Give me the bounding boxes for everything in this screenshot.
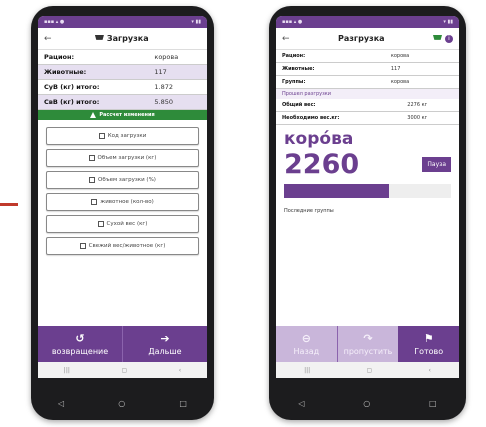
app-bar: ← Загрузка xyxy=(38,28,207,50)
load-code-button[interactable]: Код загрузки xyxy=(46,127,199,145)
cart-icon xyxy=(433,35,442,40)
recent-apps-icon[interactable]: ||| xyxy=(64,367,70,374)
page-title: Разгрузка xyxy=(338,34,385,43)
checkered-flag-icon: ⚑ xyxy=(423,332,434,345)
recent-apps-icon[interactable]: ||| xyxy=(304,367,310,374)
dry-weight-button[interactable]: Сухой вес (кг) xyxy=(46,215,199,233)
table-row: Необходимо вес.кг: 3000 кг xyxy=(276,111,459,125)
table-row: Общий вес: 2276 кг xyxy=(276,99,459,112)
feed-name: корóва xyxy=(284,129,354,149)
status-bar: ▪▪▪ ▴ ● ▾ ▮▮ xyxy=(38,16,207,28)
edit-icon xyxy=(98,133,105,139)
bottom-action-bar: ↺ возвращение ➔ Дальше xyxy=(38,326,207,362)
page-title: Загрузка xyxy=(94,34,149,43)
device-nav-bar: ◁ ○ □ xyxy=(269,399,466,408)
progress-fill xyxy=(284,184,390,198)
weight-readout: 2260 xyxy=(284,149,360,180)
edit-icon xyxy=(88,155,95,161)
screen-unloading: ▪▪▪ ▴ ● ▾ ▮▮ ← Разгрузка i Рацион: корова … xyxy=(276,16,459,378)
arrow-right-circle-icon: ➔ xyxy=(160,332,170,345)
animal-count-button[interactable]: животное (кол-во) xyxy=(46,193,199,211)
table-row: Животные: 117 xyxy=(38,64,207,80)
back-nav-icon[interactable]: ‹ xyxy=(428,367,430,374)
device-back-icon[interactable]: ◁ xyxy=(58,399,64,408)
fresh-weight-button[interactable]: Свежий вес/животное (кг) xyxy=(46,237,199,255)
edit-icon xyxy=(89,177,96,183)
device-home-icon[interactable]: ○ xyxy=(118,399,125,408)
summary-table: Рацион: корова Животные: 117 СуВ (кг) итог… xyxy=(38,50,207,110)
option-buttons: Код загрузки Объем загрузки (кг) Объем з… xyxy=(38,120,207,262)
share-arrow-icon: ↷ xyxy=(363,332,373,345)
load-volume-kg-button[interactable]: Объем загрузки (кг) xyxy=(46,149,199,167)
home-icon[interactable]: ▢ xyxy=(367,367,373,374)
alert-banner: Рассчет изменения xyxy=(38,110,207,120)
screen-loading: ▪▪▪ ▴ ● ▾ ▮▮ ← Загрузка Рацион: корова Жив… xyxy=(38,16,207,378)
table-row: Группы: корова xyxy=(276,75,459,89)
device-home-icon[interactable]: ○ xyxy=(363,399,370,408)
table-row: СвВ (кг) итого: 5.850 xyxy=(38,94,207,110)
phone-unloading: ▪▪▪ ▴ ● ▾ ▮▮ ← Разгрузка i Рацион: корова … xyxy=(269,6,466,420)
home-icon[interactable]: ▢ xyxy=(121,367,127,374)
device-nav-bar: ◁ ○ □ xyxy=(31,399,214,408)
arrow-left-circle-icon: ⊖ xyxy=(301,332,311,345)
done-button[interactable]: ⚑ Готово xyxy=(398,326,459,362)
app-bar: ← Разгрузка i xyxy=(276,28,459,50)
red-marker-line xyxy=(0,203,18,206)
device-back-icon[interactable]: ◁ xyxy=(298,399,304,408)
edit-icon xyxy=(91,199,98,205)
back-nav-icon[interactable]: ‹ xyxy=(179,367,181,374)
info-icon[interactable]: i xyxy=(445,34,453,43)
back-button[interactable]: ⊖ Назад xyxy=(276,326,337,362)
next-button[interactable]: ➔ Дальше xyxy=(122,326,207,362)
weight-row: 2260 Пауза xyxy=(276,149,459,180)
bottom-action-bar: ⊖ Назад ↷ пропустить ⚑ Готово xyxy=(276,326,459,362)
unloading-note: Прошел разгрузки xyxy=(276,89,459,99)
table-row: Рацион: корова xyxy=(38,50,207,65)
unload-progress-bar xyxy=(284,184,451,198)
summary-table: Рацион: корова Животные: 117 Группы: корова xyxy=(276,50,459,89)
device-recent-icon[interactable]: □ xyxy=(179,399,187,408)
skip-button[interactable]: ↷ пропустить xyxy=(336,326,399,362)
edit-icon xyxy=(79,243,86,249)
weight-table: Общий вес: 2276 кг Необходимо вес.кг: 3000… xyxy=(276,99,459,125)
android-nav-bar: ||| ▢ ‹ xyxy=(276,362,459,378)
status-bar: ▪▪▪ ▴ ● ▾ ▮▮ xyxy=(276,16,459,28)
device-recent-icon[interactable]: □ xyxy=(429,399,437,408)
back-arrow-icon[interactable]: ← xyxy=(282,34,290,44)
warning-icon xyxy=(90,112,97,118)
undo-icon: ↺ xyxy=(75,332,85,345)
cart-icon xyxy=(94,35,104,40)
android-nav-bar: ||| ▢ ‹ xyxy=(38,362,207,378)
pause-button[interactable]: Пауза xyxy=(422,157,451,172)
load-volume-pct-button[interactable]: Объем загрузки (%) xyxy=(46,171,199,189)
return-button[interactable]: ↺ возвращение xyxy=(38,326,122,362)
edit-icon xyxy=(97,221,104,227)
table-row: Животные: 117 xyxy=(276,62,459,76)
last-groups-label: Последние группы xyxy=(284,208,334,214)
phone-loading: ▪▪▪ ▴ ● ▾ ▮▮ ← Загрузка Рацион: корова Жив… xyxy=(31,6,214,420)
table-row: Рацион: корова xyxy=(276,50,459,63)
table-row: СуВ (кг) итого: 1.872 xyxy=(38,79,207,95)
back-arrow-icon[interactable]: ← xyxy=(44,34,52,44)
